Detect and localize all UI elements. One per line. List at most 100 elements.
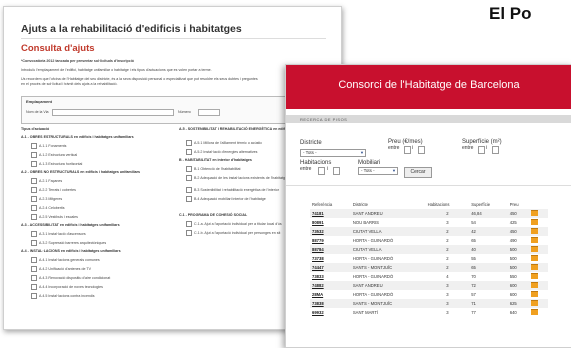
row-action-cell[interactable] bbox=[529, 272, 548, 281]
row-action-cell[interactable] bbox=[529, 227, 548, 236]
row-action-cell[interactable] bbox=[529, 263, 548, 272]
folder-icon[interactable] bbox=[531, 219, 539, 225]
surface-cell: 40 bbox=[469, 245, 508, 254]
action-checkbox[interactable]: A.1.1 Fonaments bbox=[31, 143, 66, 149]
action-checkbox[interactable]: B.3 Sostenibilitat i rehabilitació energ… bbox=[186, 187, 279, 193]
action-checkbox[interactable]: A.3.2 Supressió barreres arquitectònique… bbox=[31, 240, 106, 246]
housing-consortium-window: Consorci de l'Habitatge de Barcelona REC… bbox=[285, 64, 571, 348]
listing-reference-link[interactable]: 73532 bbox=[310, 227, 351, 236]
action-checkbox[interactable]: B.2 Adequació de les instal·lacions exis… bbox=[186, 175, 287, 181]
street-input[interactable] bbox=[52, 109, 174, 116]
row-action-cell[interactable] bbox=[529, 254, 548, 263]
action-checkbox[interactable]: A.4.4 Incorporació de noves tecnologies bbox=[31, 284, 103, 290]
table-row[interactable]: 88784 CIUTAT VELLA 2 40 500 bbox=[310, 245, 548, 254]
folder-icon[interactable] bbox=[531, 282, 539, 288]
action-checkbox[interactable]: C.1.a. Ajut a l'aportació individual per… bbox=[186, 221, 282, 227]
section-title: A.4 - INSTAL·LACIONS en edificis i habit… bbox=[21, 249, 121, 253]
action-checkbox[interactable]: A.5.1 Millora de l'aïllament tèrmic o ac… bbox=[186, 140, 262, 146]
table-row[interactable]: 74882 SANT ANDREU 3 72 600 bbox=[310, 281, 548, 290]
listing-reference-link[interactable]: 28MA bbox=[310, 290, 351, 299]
action-checkbox[interactable]: A.2.3 Mitgeres bbox=[31, 196, 62, 202]
surface-min-select[interactable] bbox=[478, 146, 485, 154]
table-row[interactable]: 80891 NOU BARRIS 3 54 425 bbox=[310, 218, 548, 227]
action-checkbox[interactable]: A.4.3 Renovació dispositiu d'aire condic… bbox=[31, 275, 110, 281]
rooms-max-select[interactable] bbox=[333, 167, 340, 175]
column-header: Habitacions bbox=[427, 202, 450, 207]
furnished-select[interactable]: - Tots - ▼ bbox=[358, 167, 398, 175]
location-box-title: Emplaçament bbox=[26, 99, 53, 104]
listing-reference-link[interactable]: 74181 bbox=[310, 209, 351, 218]
folder-icon[interactable] bbox=[531, 264, 539, 270]
folder-icon[interactable] bbox=[531, 255, 539, 261]
surface-between-label: entre bbox=[462, 145, 474, 151]
price-max-select[interactable] bbox=[418, 146, 425, 154]
row-action-cell[interactable] bbox=[529, 236, 548, 245]
listing-reference-link[interactable]: 73738 bbox=[310, 254, 351, 263]
row-action-cell[interactable] bbox=[529, 209, 548, 218]
action-checkbox[interactable]: A.4.5 Instal·lacions contra incendis bbox=[31, 293, 95, 299]
folder-icon[interactable] bbox=[531, 228, 539, 234]
price-cell: 550 bbox=[509, 274, 517, 279]
folder-icon[interactable] bbox=[531, 300, 539, 306]
surface-cell: 46,84 bbox=[469, 209, 508, 218]
section-title: B - HABITABILITAT en interior d'habitatg… bbox=[179, 158, 252, 162]
number-input[interactable] bbox=[198, 109, 220, 116]
listing-reference-link[interactable]: 74882 bbox=[310, 281, 351, 290]
row-action-cell[interactable] bbox=[529, 290, 548, 299]
row-action-cell[interactable] bbox=[529, 245, 548, 254]
action-checkbox[interactable]: A.5.2 Instal·lació d'energies alternativ… bbox=[186, 149, 257, 155]
table-row[interactable]: 73833 HORTA - GUINARDÓ 4 70 550 bbox=[310, 272, 548, 281]
folder-icon[interactable] bbox=[531, 291, 539, 297]
price-min-select[interactable] bbox=[404, 146, 411, 154]
listing-reference-link[interactable]: 73833 bbox=[310, 272, 351, 281]
action-checkbox[interactable]: C.1.b. Ajut a l'aportació individual per… bbox=[186, 230, 280, 236]
table-row[interactable]: 73738 HORTA - GUINARDÓ 2 55 500 bbox=[310, 254, 548, 263]
furnished-label: Mobiliari bbox=[358, 160, 381, 166]
row-action-cell[interactable] bbox=[529, 218, 548, 227]
surface-cell: 42 bbox=[469, 227, 508, 236]
row-action-cell[interactable] bbox=[529, 299, 548, 308]
listing-reference-link[interactable]: 88779 bbox=[310, 236, 351, 245]
listing-reference-link[interactable]: 74447 bbox=[310, 263, 351, 272]
folder-icon[interactable] bbox=[531, 273, 539, 279]
surface-max-select[interactable] bbox=[492, 146, 499, 154]
listing-reference-link[interactable]: 88784 bbox=[310, 245, 351, 254]
table-row[interactable]: 28MA HORTA - GUINARDÓ 3 57 600 bbox=[310, 290, 548, 299]
action-checkbox[interactable]: A.1.2 Estructura vertical bbox=[31, 152, 77, 158]
district-select[interactable]: - Tots - ▼ bbox=[300, 149, 366, 157]
action-checkbox[interactable]: A.2.1 Façanes bbox=[31, 178, 62, 184]
listing-reference-link[interactable]: 69932 bbox=[310, 308, 351, 317]
rooms-cell: 2 bbox=[425, 227, 470, 236]
folder-icon[interactable] bbox=[531, 246, 539, 252]
table-row[interactable]: 73838 SANTS - MONTJUÏC 3 71 625 bbox=[310, 299, 548, 308]
action-checkbox[interactable]: B.1 Obtenció de l'habitabilitat bbox=[186, 166, 240, 172]
action-checkbox[interactable]: A.2.2 Terrats i cobertes bbox=[31, 187, 76, 193]
folder-icon[interactable] bbox=[531, 210, 539, 216]
action-checkbox[interactable]: A.2.4 Celobertis bbox=[31, 205, 65, 211]
folder-icon[interactable] bbox=[531, 309, 539, 315]
rooms-cell: 2 bbox=[425, 263, 470, 272]
action-checkbox[interactable]: B.4 Adequació mobiliari interior de l'ha… bbox=[186, 196, 266, 202]
table-row[interactable]: 88779 HORTA - GUINARDÓ 2 65 490 bbox=[310, 236, 548, 245]
table-row[interactable]: 73532 CIUTAT VELLA 2 42 450 bbox=[310, 227, 548, 236]
table-row[interactable]: 74447 SANTS - MONTJUÏC 2 65 500 bbox=[310, 263, 548, 272]
section-title: A.1 - OBRES ESTRUCTURALS en edificis i h… bbox=[21, 135, 134, 139]
price-cell: 500 bbox=[507, 263, 530, 272]
folder-icon[interactable] bbox=[531, 237, 539, 243]
price-cell: 625 bbox=[507, 299, 530, 308]
row-action-cell[interactable] bbox=[529, 308, 548, 317]
action-checkbox[interactable]: A.3.1 Instal·lació d'ascensors bbox=[31, 231, 86, 237]
action-checkbox[interactable]: A.4.2 Unificació d'antenes de TV bbox=[31, 266, 91, 272]
action-checkbox[interactable]: A.1.3 Estructura horitzontal bbox=[31, 161, 82, 167]
listing-reference-link[interactable]: 80891 bbox=[310, 218, 351, 227]
surface-cell: 77 bbox=[471, 310, 476, 315]
table-row[interactable]: 74181 SANT ANDREU 2 46,84 450 bbox=[310, 209, 548, 218]
listing-reference-link[interactable]: 73838 bbox=[310, 299, 351, 308]
table-row[interactable]: 69932 SANT MARTÍ 3 77 640 bbox=[310, 308, 548, 317]
action-checkbox[interactable]: A.4.1 Instal·lacions generals comunes bbox=[31, 257, 100, 263]
search-button[interactable]: Cercar bbox=[404, 167, 432, 178]
rooms-min-select[interactable] bbox=[318, 167, 325, 175]
action-checkbox[interactable]: A.2.5 Vestíbuls i escales bbox=[31, 214, 78, 220]
row-action-cell[interactable] bbox=[529, 281, 548, 290]
surface-cell: 65 bbox=[469, 263, 508, 272]
